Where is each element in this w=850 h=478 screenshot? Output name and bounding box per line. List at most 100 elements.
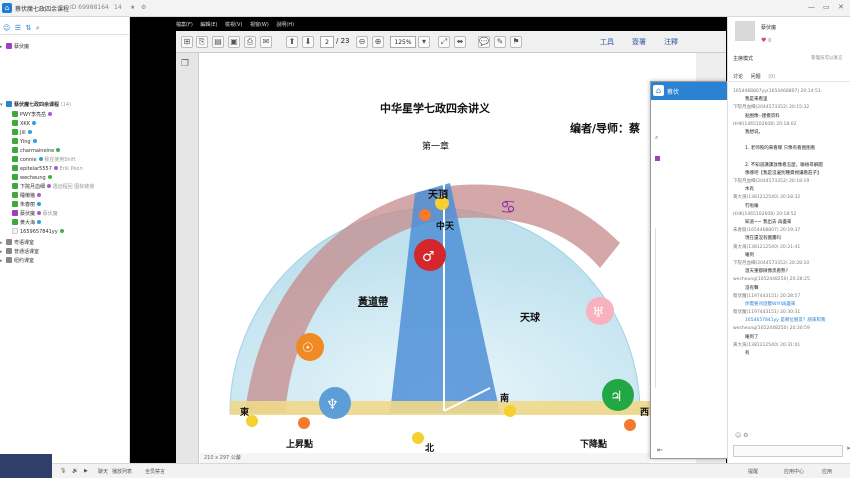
user-icon: [6, 43, 12, 49]
chevron-down-icon[interactable]: ▾: [418, 36, 430, 48]
heart-icon[interactable]: ♥ 0: [761, 37, 771, 44]
top-user-row[interactable]: ▸ 蔡伏魔: [0, 43, 130, 52]
highlight-icon[interactable]: ✎: [494, 36, 506, 48]
stamp-icon[interactable]: ⚑: [510, 36, 522, 48]
member-row[interactable]: PWY李亮岳: [0, 111, 130, 120]
member-row[interactable]: connie 我在使用Shift: [0, 156, 130, 165]
member-row[interactable]: charmaineine: [0, 147, 130, 156]
bottom-bar: 🎙 🔊 ▶ 聊天 播放列表 全员禁言 提醒 应用中心 应用: [0, 454, 850, 478]
chat-meta: 蔡伏魔(1197443151) 20:30:31: [733, 310, 801, 316]
emoji-icon[interactable]: ☺ ⚙: [735, 432, 749, 439]
member-row[interactable]: 1659657841yy: [0, 228, 130, 237]
descendant-marker: [624, 419, 636, 431]
fit-width-icon[interactable]: ⬌: [454, 36, 466, 48]
star-icon[interactable]: ★: [130, 4, 135, 11]
page-number-input[interactable]: 2: [320, 36, 334, 48]
label-south: 南: [500, 392, 509, 404]
zoom-select[interactable]: 125%: [390, 36, 416, 48]
member-row[interactable]: 朱春丽: [0, 201, 130, 210]
close-button[interactable]: ✕: [838, 3, 844, 11]
menu-help[interactable]: 說明(H): [276, 22, 294, 28]
south-marker: [504, 405, 516, 417]
convert-icon[interactable]: ⎘: [196, 36, 208, 48]
midheaven-marker: [419, 209, 431, 221]
badge-icon: [31, 121, 36, 125]
send-icon[interactable]: ➤: [846, 445, 850, 452]
user-icon: [12, 147, 18, 153]
create-icon[interactable]: ⊞: [181, 36, 193, 48]
chat-input[interactable]: [733, 445, 843, 457]
search-icon[interactable]: ⌕: [36, 24, 40, 32]
chat-meta: 黄大海(1381212540) 20:18:32: [733, 195, 801, 201]
prev-page-icon[interactable]: ⬆: [286, 36, 298, 48]
video-thumbnail[interactable]: [0, 454, 52, 478]
settings-icon[interactable]: ⚙: [141, 4, 146, 11]
sign-link[interactable]: 簽署: [632, 37, 646, 47]
badge-icon: [27, 130, 32, 134]
next-page-icon[interactable]: ⬇: [302, 36, 314, 48]
group-icon: [6, 239, 12, 245]
group-newyork[interactable]: ▸ 纽约课室: [0, 257, 130, 266]
volume-icon[interactable]: 🔊: [72, 468, 78, 474]
divider: [728, 81, 850, 82]
list-icon[interactable]: ☰: [15, 24, 21, 32]
member-row[interactable]: Jill: [0, 129, 130, 138]
fit-page-icon[interactable]: ⤢: [438, 36, 450, 48]
member-row[interactable]: 下院月血细 遇远程回 图标链接: [0, 183, 130, 192]
chat-meta: 黄大海(1381212540) 20:21:41: [733, 244, 801, 250]
menu-view[interactable]: 檢視(V): [225, 22, 242, 28]
comment-icon[interactable]: 💬: [478, 36, 490, 48]
mic-icon[interactable]: 🎙: [60, 468, 66, 474]
print-icon[interactable]: ⎙: [244, 36, 256, 48]
group-mandarin[interactable]: ▸ 普通话课室: [0, 248, 130, 257]
zoom-out-icon[interactable]: ⊖: [356, 36, 368, 48]
chat-message: 我是来看里: [745, 97, 768, 103]
maximize-button[interactable]: ▭: [823, 3, 830, 11]
badge-icon: [53, 166, 58, 170]
menu-edit[interactable]: 編輯(E): [200, 22, 217, 28]
mute-all-button[interactable]: 全员禁言: [145, 468, 165, 475]
user-icon[interactable]: ☺: [3, 24, 10, 32]
user-icon: [12, 174, 18, 180]
chat-message: 贴图像--建模资料: [745, 113, 780, 119]
member-row[interactable]: 黄大海: [0, 219, 130, 228]
comment-link[interactable]: 注釋: [664, 37, 678, 47]
ascendant-marker: [298, 417, 310, 429]
menu-file[interactable]: 檔案(F): [176, 22, 193, 28]
apps-button[interactable]: 应用: [822, 468, 832, 475]
open-icon[interactable]: ▤: [212, 36, 224, 48]
search-icon[interactable]: ⌕: [655, 134, 658, 142]
chat-tabs: 讨论 问题 (0): [733, 73, 787, 80]
playlist-button[interactable]: 播放列表: [112, 468, 132, 475]
member-row[interactable]: XKK: [0, 120, 130, 129]
label-ecliptic: 黃道帶: [358, 295, 388, 308]
group-main[interactable]: ▾ 蔡伏魔七政四余课程 (14): [0, 101, 130, 110]
home-icon: ⌂: [653, 85, 664, 96]
tools-link[interactable]: 工具: [600, 37, 614, 47]
title-bar: ⌂ 蔡伏魔七政四余课程 ID 69988164 14 ★ ⚙ — ▭ ✕: [0, 0, 850, 17]
minimize-button[interactable]: —: [808, 3, 815, 11]
member-row[interactable]: wecheung: [0, 174, 130, 183]
pages-icon[interactable]: ❐: [181, 59, 189, 69]
menu-window[interactable]: 視窗(W): [250, 22, 269, 28]
save-icon[interactable]: ▣: [228, 36, 240, 48]
group-cantonese[interactable]: ▸ 粤语课室: [0, 239, 130, 248]
member-row[interactable]: Ying: [0, 138, 130, 147]
tab-questions[interactable]: 问题 (0): [751, 74, 782, 80]
member-row[interactable]: 睡懒猪: [0, 192, 130, 201]
tab-discussion[interactable]: 讨论: [733, 74, 743, 80]
room-mode[interactable]: 主席模式: [733, 55, 753, 62]
zoom-in-icon[interactable]: ⊕: [372, 36, 384, 48]
north-marker: [412, 432, 424, 444]
member-row[interactable]: 蔡伏魔 蔡伏魔: [0, 210, 130, 219]
user-icon: [12, 228, 18, 234]
camera-icon[interactable]: ▶: [84, 468, 88, 474]
page-total: / 23: [336, 37, 350, 45]
member-row[interactable]: epitelar5557 Erik Peon: [0, 165, 130, 174]
app-center-button[interactable]: 应用中心: [784, 468, 804, 475]
remind-button[interactable]: 提醒: [748, 468, 758, 475]
chat-button[interactable]: 聊天: [98, 468, 108, 475]
exit-icon[interactable]: ⇤: [657, 446, 663, 454]
sort-icon[interactable]: ⇅: [26, 24, 32, 32]
email-icon[interactable]: ✉: [260, 36, 272, 48]
